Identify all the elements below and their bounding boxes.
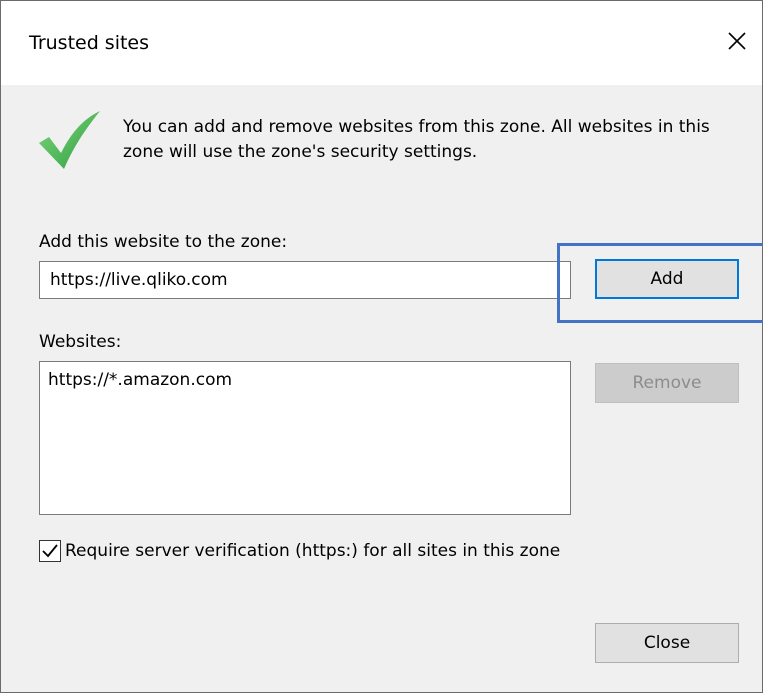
remove-button[interactable]: Remove: [595, 363, 739, 403]
list-item[interactable]: https://*.amazon.com: [40, 368, 570, 392]
add-website-label: Add this website to the zone:: [39, 232, 288, 252]
add-button[interactable]: Add: [595, 259, 739, 299]
websites-label: Websites:: [39, 332, 122, 352]
server-verification-row[interactable]: Require server verification (https:) for…: [39, 539, 560, 563]
close-button[interactable]: Close: [595, 623, 739, 663]
checkmark-icon: [37, 109, 103, 171]
websites-list[interactable]: https://*.amazon.com: [39, 361, 571, 515]
check-icon: [42, 544, 58, 558]
close-icon-glyph: [728, 32, 746, 50]
server-verification-checkbox[interactable]: [39, 540, 61, 562]
website-url-input[interactable]: [39, 261, 571, 299]
title-bar: Trusted sites: [1, 1, 762, 85]
close-icon[interactable]: [719, 23, 755, 59]
info-message: You can add and remove websites from thi…: [123, 117, 710, 162]
server-verification-label: Require server verification (https:) for…: [65, 541, 561, 561]
trusted-sites-dialog: Trusted sites You can add and remove web…: [0, 0, 763, 693]
dialog-title: Trusted sites: [29, 32, 150, 54]
